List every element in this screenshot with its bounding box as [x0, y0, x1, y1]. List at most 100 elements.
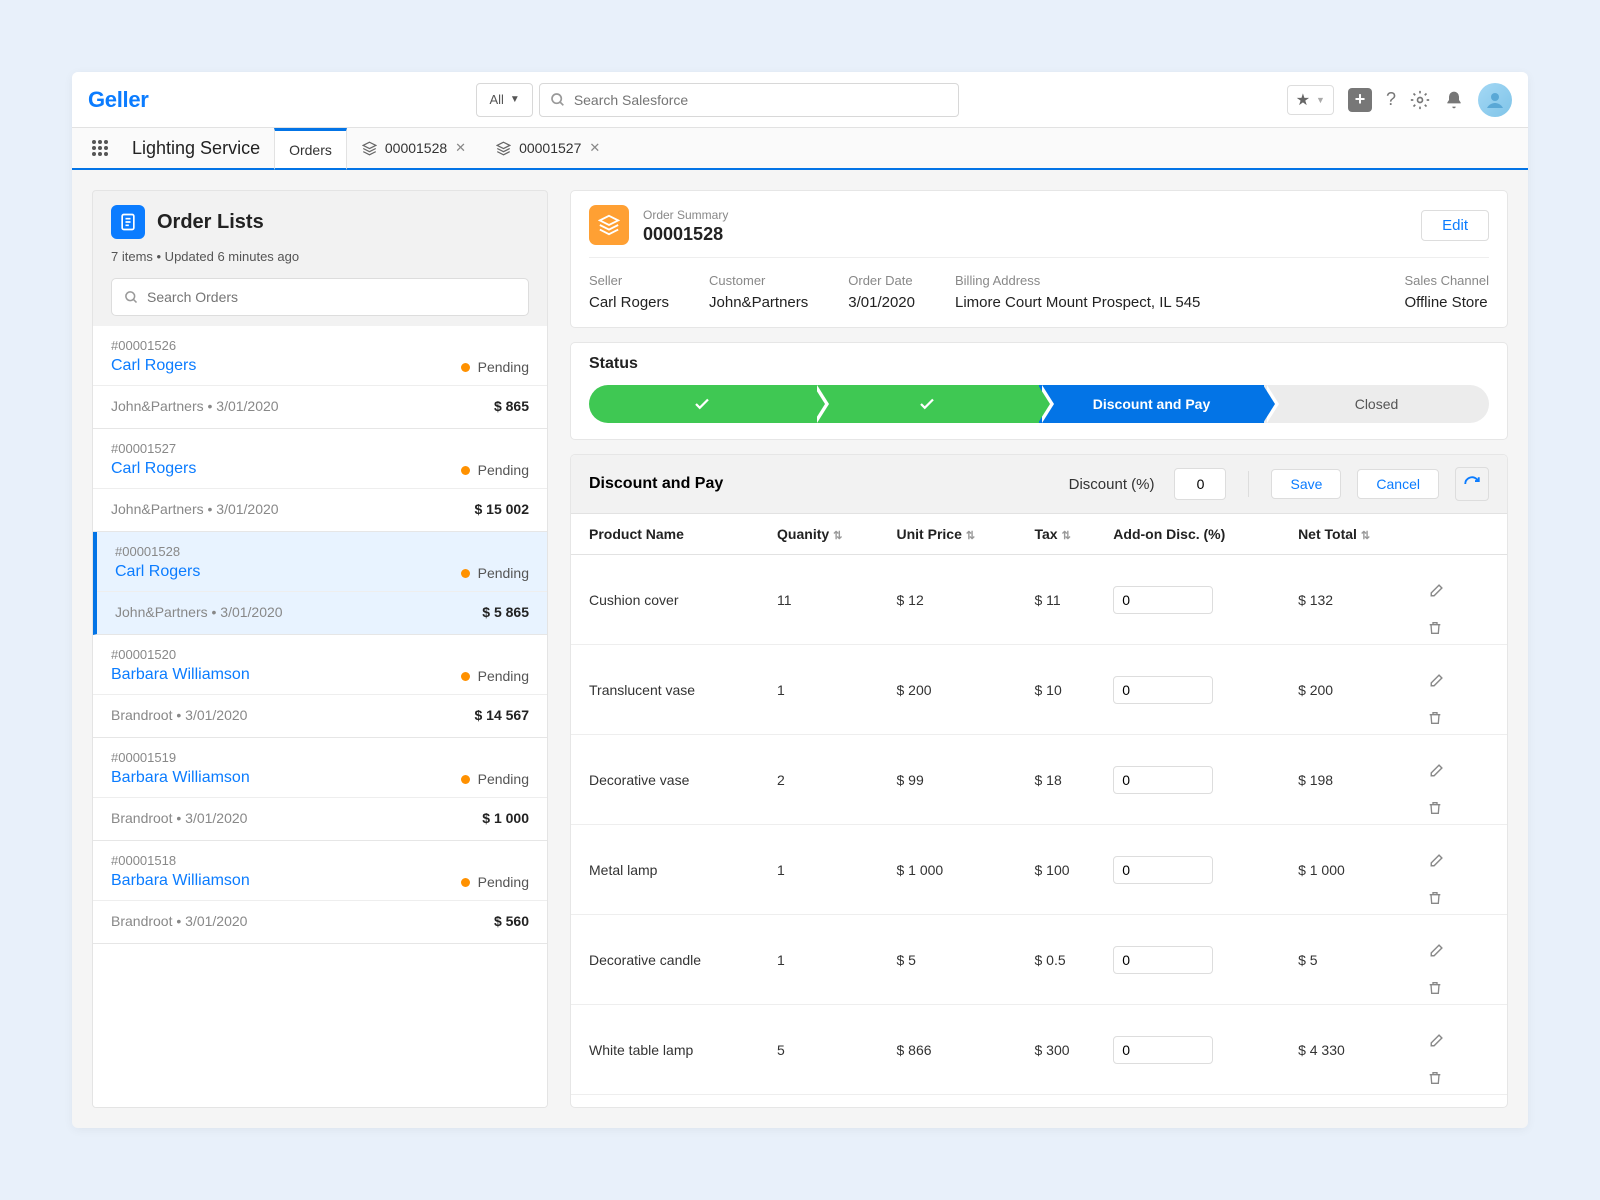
- edit-icon[interactable]: [1427, 943, 1497, 960]
- table-title: Discount and Pay: [589, 475, 723, 493]
- order-list-item[interactable]: #00001526 Carl Rogers Pending John&Partn…: [93, 326, 547, 429]
- trash-icon[interactable]: [1427, 710, 1497, 726]
- row-discount-input[interactable]: [1113, 766, 1213, 794]
- order-list-item[interactable]: #00001519 Barbara Williamson Pending Bra…: [93, 738, 547, 841]
- seller-label: Seller: [589, 273, 622, 288]
- cell-tax: $ 10: [1024, 645, 1103, 735]
- tab-orders[interactable]: Orders: [274, 128, 347, 170]
- order-seller: Barbara Williamson: [111, 666, 250, 684]
- sort-icon: ⇅: [1361, 530, 1370, 542]
- status-step-4[interactable]: Closed: [1264, 385, 1489, 423]
- status-step-1[interactable]: [589, 385, 814, 423]
- cell-net: $ 132: [1288, 555, 1417, 645]
- user-avatar[interactable]: [1478, 83, 1512, 117]
- edit-icon[interactable]: [1427, 1033, 1497, 1050]
- save-button[interactable]: Save: [1271, 469, 1341, 499]
- table-row: Cylinder candle 1 $ 12 $ 1 $ 12: [571, 1095, 1507, 1109]
- cell-tax: $ 18: [1024, 735, 1103, 825]
- order-list-item[interactable]: #00001527 Carl Rogers Pending John&Partn…: [93, 429, 547, 532]
- cancel-button[interactable]: Cancel: [1357, 469, 1439, 499]
- sidebar-title: Order Lists: [157, 211, 264, 234]
- favorites-button[interactable]: ★▼: [1287, 85, 1334, 115]
- trash-icon[interactable]: [1427, 1070, 1497, 1086]
- cell-qty: 5: [767, 1005, 886, 1095]
- col-net[interactable]: Net Total⇅: [1288, 514, 1417, 555]
- order-list-item[interactable]: #00001520 Barbara Williamson Pending Bra…: [93, 635, 547, 738]
- cell-price: $ 5: [887, 915, 1025, 1005]
- status-step-2[interactable]: [814, 385, 1039, 423]
- order-status: Pending: [461, 565, 529, 581]
- add-icon[interactable]: +: [1348, 88, 1372, 112]
- col-disc[interactable]: Add-on Disc. (%): [1103, 514, 1288, 555]
- order-seller: Barbara Williamson: [111, 872, 250, 890]
- customer-value: John&Partners: [709, 294, 808, 311]
- cell-qty: 11: [767, 555, 886, 645]
- col-tax[interactable]: Tax⇅: [1024, 514, 1103, 555]
- col-qty[interactable]: Quanity⇅: [767, 514, 886, 555]
- edit-icon[interactable]: [1427, 673, 1497, 690]
- global-search[interactable]: [539, 83, 959, 117]
- cell-tax: $ 0.5: [1024, 915, 1103, 1005]
- sort-icon: ⇅: [833, 530, 842, 542]
- cell-net: $ 198: [1288, 735, 1417, 825]
- cell-price: $ 1 000: [887, 825, 1025, 915]
- order-status: Pending: [461, 359, 529, 375]
- help-icon[interactable]: ?: [1386, 89, 1396, 110]
- order-meta: John&Partners • 3/01/2020: [115, 604, 283, 620]
- tab-00001527[interactable]: 00001527✕: [481, 128, 615, 168]
- row-discount-input[interactable]: [1113, 856, 1213, 884]
- app-launcher-icon[interactable]: [82, 128, 118, 168]
- tab-00001528[interactable]: 00001528✕: [347, 128, 481, 168]
- table-row: Cushion cover 11 $ 12 $ 11 $ 132: [571, 555, 1507, 645]
- order-meta: John&Partners • 3/01/2020: [111, 501, 279, 517]
- sidebar-search[interactable]: [111, 278, 529, 316]
- bell-icon[interactable]: [1444, 90, 1464, 110]
- order-list-item[interactable]: #00001528 Carl Rogers Pending John&Partn…: [93, 532, 547, 635]
- row-discount-input[interactable]: [1113, 946, 1213, 974]
- gear-icon[interactable]: [1410, 90, 1430, 110]
- cell-name: Translucent vase: [571, 645, 767, 735]
- order-list-item[interactable]: #00001518 Barbara Williamson Pending Bra…: [93, 841, 547, 944]
- cell-name: Decorative vase: [571, 735, 767, 825]
- search-icon: [124, 290, 139, 305]
- edit-icon[interactable]: [1427, 853, 1497, 870]
- order-amount: $ 5 865: [482, 604, 529, 620]
- cell-net: $ 200: [1288, 645, 1417, 735]
- trash-icon[interactable]: [1427, 890, 1497, 906]
- order-id: #00001520: [111, 647, 250, 662]
- refresh-button[interactable]: [1455, 467, 1489, 501]
- sidebar-subtitle: 7 items • Updated 6 minutes ago: [111, 249, 529, 264]
- discount-input[interactable]: [1174, 468, 1226, 500]
- trash-icon[interactable]: [1427, 980, 1497, 996]
- channel-label: Sales Channel: [1404, 273, 1489, 288]
- col-price[interactable]: Unit Price⇅: [887, 514, 1025, 555]
- cell-net: $ 1 000: [1288, 825, 1417, 915]
- search-scope-dropdown[interactable]: All ▼: [476, 83, 532, 117]
- layers-icon: [496, 141, 511, 156]
- sidebar-search-input[interactable]: [147, 289, 516, 305]
- close-icon[interactable]: ✕: [589, 140, 600, 156]
- customer-label: Customer: [709, 273, 765, 288]
- order-seller: Carl Rogers: [111, 460, 196, 478]
- divider: [1248, 471, 1249, 497]
- table-row: Decorative candle 1 $ 5 $ 0.5 $ 5: [571, 915, 1507, 1005]
- status-step-3[interactable]: Discount and Pay: [1039, 385, 1264, 423]
- edit-icon[interactable]: [1427, 583, 1497, 600]
- col-product[interactable]: Product Name: [571, 514, 767, 555]
- table-row: Metal lamp 1 $ 1 000 $ 100 $ 1 000: [571, 825, 1507, 915]
- global-search-input[interactable]: [574, 92, 948, 108]
- cell-qty: 1: [767, 1095, 886, 1109]
- order-amount: $ 560: [494, 913, 529, 929]
- date-label: Order Date: [848, 273, 912, 288]
- trash-icon[interactable]: [1427, 800, 1497, 816]
- close-icon[interactable]: ✕: [455, 140, 466, 156]
- cell-net: $ 12: [1288, 1095, 1417, 1109]
- edit-button[interactable]: Edit: [1421, 210, 1489, 241]
- row-discount-input[interactable]: [1113, 1036, 1213, 1064]
- row-discount-input[interactable]: [1113, 586, 1213, 614]
- app-name: Lighting Service: [118, 128, 274, 168]
- edit-icon[interactable]: [1427, 763, 1497, 780]
- cell-tax: $ 1: [1024, 1095, 1103, 1109]
- row-discount-input[interactable]: [1113, 676, 1213, 704]
- trash-icon[interactable]: [1427, 620, 1497, 636]
